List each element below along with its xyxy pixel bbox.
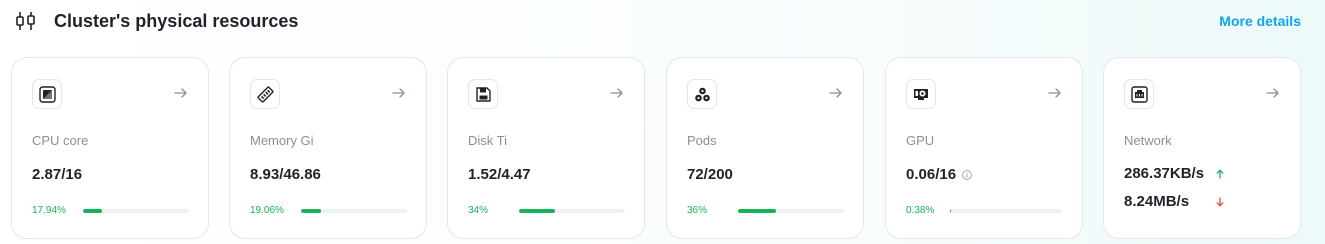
cpu-card[interactable]: CPU core 2.87/16 17.94%: [11, 57, 209, 239]
cpu-label: CPU core: [32, 133, 89, 148]
memory-card[interactable]: Memory Gi 8.93/46.86 19.06%: [229, 57, 427, 239]
cpu-value: 2.87/16: [32, 166, 83, 183]
network-upload-value: 286.37KB/s: [1124, 165, 1205, 182]
disk-label: Disk Ti: [468, 133, 507, 148]
disk-progress-fill: [519, 209, 556, 213]
network-upload-row: 286.37KB/s: [1124, 165, 1204, 183]
memory-label: Memory Gi: [250, 133, 314, 148]
arrow-right-icon[interactable]: [1266, 87, 1280, 99]
disk-icon: [468, 79, 498, 109]
disk-progress-bar: [519, 209, 625, 213]
info-icon[interactable]: [962, 170, 972, 180]
network-label: Network: [1124, 133, 1172, 148]
gpu-percent: 0.38%: [906, 205, 935, 216]
network-icon: [1124, 79, 1154, 109]
cpu-percent: 17.94%: [32, 205, 66, 216]
disk-card[interactable]: Disk Ti 1.52/4.47 34%: [447, 57, 645, 239]
network-card[interactable]: Network 286.37KB/s 8.24MB/s: [1103, 57, 1301, 239]
gpu-icon: [906, 79, 936, 109]
memory-percent: 19.06%: [250, 205, 284, 216]
arrow-right-icon[interactable]: [1048, 87, 1062, 99]
arrow-right-icon[interactable]: [829, 87, 843, 99]
gpu-value-row: 0.06/16: [906, 166, 972, 184]
memory-value: 8.93/46.86: [250, 166, 321, 183]
cpu-progress-fill: [83, 209, 103, 213]
gpu-card[interactable]: GPU 0.06/16 0.38%: [885, 57, 1083, 239]
gpu-value: 0.06/16: [906, 166, 957, 183]
memory-icon: [250, 79, 280, 109]
cpu-progress-bar: [83, 209, 189, 213]
disk-value: 1.52/4.47: [468, 166, 531, 183]
arrow-up-icon: [1216, 169, 1224, 179]
gpu-label: GPU: [906, 133, 935, 148]
cpu-icon: [32, 79, 62, 109]
gpu-progress-bar: [950, 209, 1062, 213]
memory-progress-fill: [301, 209, 322, 213]
section-title: Cluster's physical resources: [54, 11, 299, 31]
pods-icon: [687, 79, 717, 109]
network-download-row: 8.24MB/s: [1124, 193, 1189, 211]
arrow-right-icon[interactable]: [610, 87, 624, 99]
pods-value: 72/200: [687, 166, 733, 183]
arrow-right-icon[interactable]: [392, 87, 406, 99]
pods-progress-fill: [738, 209, 777, 213]
pods-label: Pods: [687, 133, 717, 148]
memory-progress-bar: [301, 209, 407, 213]
pods-percent: 36%: [687, 205, 708, 216]
sliders-icon: [16, 12, 35, 30]
arrow-right-icon[interactable]: [174, 87, 188, 99]
pods-progress-bar: [738, 209, 844, 213]
pods-card[interactable]: Pods 72/200 36%: [666, 57, 864, 239]
section-header: Cluster's physical resources More detail…: [0, 0, 1325, 44]
disk-percent: 34%: [468, 205, 489, 216]
network-download-value: 8.24MB/s: [1124, 193, 1190, 210]
more-details-link[interactable]: More details: [1219, 12, 1301, 30]
arrow-down-icon: [1216, 197, 1224, 207]
